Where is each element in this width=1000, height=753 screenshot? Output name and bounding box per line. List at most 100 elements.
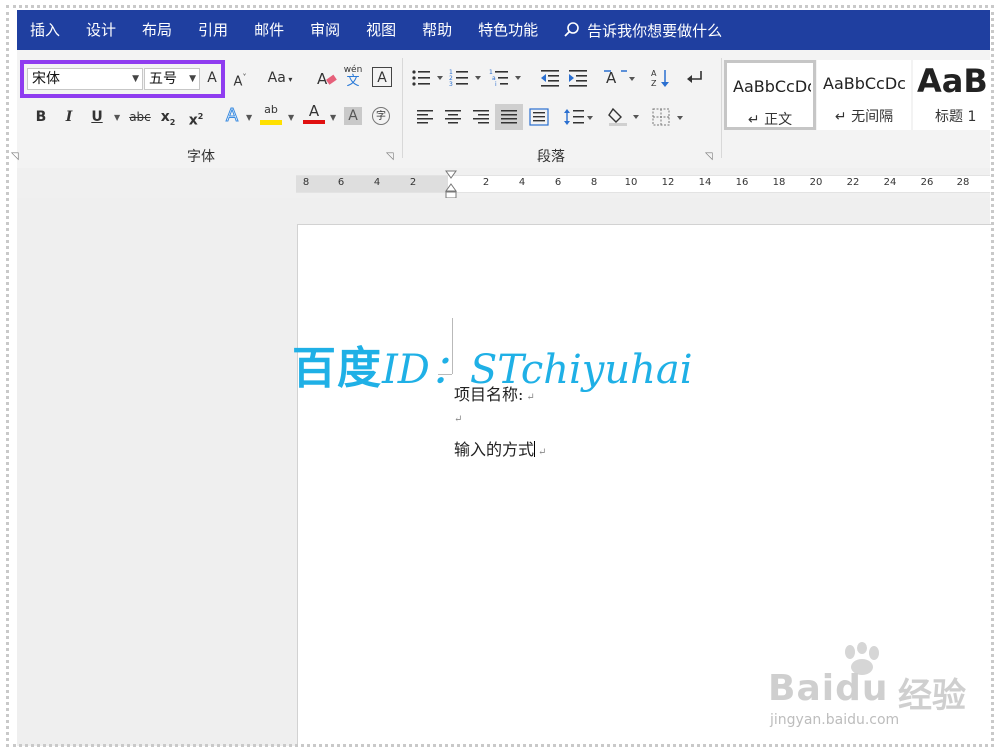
paragraph-dialog-launcher-icon[interactable]: ◹ [705,151,713,162]
show-marks-icon[interactable] [685,68,705,88]
phonetic-bottom: 文 [346,74,360,89]
grow-font-icon: A [207,70,217,86]
underline-dropdown-icon[interactable]: ▼ [114,113,120,122]
menu-mailings[interactable]: 邮件 [241,10,297,50]
decrease-indent-icon[interactable] [539,68,561,88]
font-size-value: 五号 [149,71,177,87]
align-center-icon[interactable] [443,108,463,126]
multilevel-list-icon[interactable]: 1ai [489,68,523,88]
tell-me-text: 告诉我你想要做什么 [587,21,723,40]
style-name: ↵ 无间隔 [834,109,894,125]
ruler-tick: 12 [661,177,675,188]
svg-text:Z: Z [651,79,657,88]
character-border-icon: A [377,70,387,86]
ruler-tick: 18 [772,177,786,188]
superscript-button[interactable]: x2 [185,106,207,132]
enclose-characters-button[interactable]: 字 [372,107,390,125]
style-heading-1[interactable]: AaBl 标题 1 [913,60,990,130]
search-icon [564,22,579,37]
style-sample: AaBbCcDc [823,74,905,93]
chevron-down-icon: ▼ [132,74,139,84]
font-color-icon: A [308,102,320,120]
justify-icon [501,110,517,124]
borders-icon[interactable] [651,107,687,127]
menu-help[interactable]: 帮助 [409,10,465,50]
menu-insert[interactable]: 插入 [17,10,73,50]
increase-indent-icon[interactable] [567,68,589,88]
document-line-input-method[interactable]: 输入的方式 ↵ [454,436,546,460]
font-group: 宋体 ▼ 五号 ▼ A A˅ Aa ▾ A wén 文 A B I U ▼ ab… [11,50,402,168]
font-dialog-launcher-icon[interactable]: ◹ [386,151,394,162]
style-normal[interactable]: AaBbCcDc ↵ 正文 [724,60,816,130]
watermark-id: ID：STchiyuhai [382,347,693,393]
ruler-tick: 22 [846,177,860,188]
ruler-margin-shade [296,176,448,192]
highlight-button[interactable]: ab [260,102,282,125]
chevron-down-icon: ▼ [189,74,196,84]
ruler-tick: 28 [956,177,970,188]
highlight-dropdown-icon[interactable]: ▼ [288,113,294,122]
font-name-select[interactable]: 宋体 ▼ [27,68,143,90]
text-effects-dropdown-icon[interactable]: ▼ [246,113,252,122]
font-group-label: 字体 [187,149,215,165]
ruler-tick: 2 [409,177,417,188]
highlight-color-bar [260,120,282,125]
menu-review[interactable]: 审阅 [297,10,353,50]
distributed-icon[interactable] [529,108,549,126]
clear-formatting-icon[interactable]: A [316,68,338,90]
baidu-url: jingyan.baidu.com [770,712,900,728]
subscript-button[interactable]: x2 [157,106,179,134]
style-no-spacing[interactable]: AaBbCcDc ↵ 无间隔 [817,60,911,130]
align-left-icon[interactable] [415,108,435,126]
ruler-tick: 10 [624,177,638,188]
phonetic-guide-button[interactable]: wén 文 [342,64,364,88]
menu-references[interactable]: 引用 [185,10,241,50]
menu-design[interactable]: 设计 [73,10,129,50]
svg-text:i: i [495,81,497,88]
bold-button[interactable]: B [32,106,50,128]
justify-button[interactable] [495,104,523,130]
font-size-select[interactable]: 五号 ▼ [144,68,200,90]
tell-me-box[interactable]: 告诉我你想要做什么 [563,20,722,41]
ruler-tick: 20 [809,177,823,188]
strikethrough-button[interactable]: abc [127,106,153,128]
italic-button[interactable]: I [60,106,78,128]
font-color-button[interactable]: A [303,102,325,124]
shading-icon[interactable] [607,105,643,127]
numbering-icon[interactable]: 123 [449,68,483,88]
ruler-tick: 6 [337,177,345,188]
chinese-layout-icon[interactable]: A [603,67,637,89]
grow-font-button[interactable]: A [204,67,220,89]
ruler-tick: 2 [482,177,490,188]
font-color-dropdown-icon[interactable]: ▼ [330,113,336,122]
menu-layout[interactable]: 布局 [129,10,185,50]
change-case-button[interactable]: Aa ▾ [267,67,293,91]
menu-special-features[interactable]: 特色功能 [465,10,551,50]
text-effects-button[interactable]: A [222,105,242,127]
menu-view[interactable]: 视图 [353,10,409,50]
svg-text:A: A [651,69,657,78]
character-shading-button[interactable]: A [344,107,362,125]
character-border-button[interactable]: A [372,67,392,87]
document-line-empty[interactable]: ↵ [454,407,462,426]
ruler-tick: 26 [920,177,934,188]
ribbon: 宋体 ▼ 五号 ▼ A A˅ Aa ▾ A wén 文 A B I U ▼ ab… [11,50,990,169]
ruler-tick: 14 [698,177,712,188]
paragraph-mark: ↵ [454,414,463,425]
ruler-tick: 16 [735,177,749,188]
align-right-icon[interactable] [471,108,491,126]
horizontal-ruler[interactable]: 8 6 4 2 2 4 6 8 10 12 14 16 18 20 22 24 … [296,175,990,193]
ruler-tick: 6 [554,177,562,188]
underline-button[interactable]: U [88,106,106,128]
style-sample: AaBbCcDc [733,77,811,96]
svg-text:A: A [317,70,328,88]
style-sample: AaBl [917,62,990,100]
style-name: 标题 1 [935,109,977,125]
line-spacing-icon[interactable] [563,107,595,127]
highlight-icon: ab [264,103,278,116]
shrink-font-button[interactable]: A˅ [231,67,249,93]
paragraph-group-label: 段落 [537,149,565,165]
sort-icon[interactable]: AZ [649,67,671,89]
clipboard-dialog-launcher-icon[interactable]: ◹ [11,151,19,162]
bullets-icon[interactable] [411,68,445,88]
